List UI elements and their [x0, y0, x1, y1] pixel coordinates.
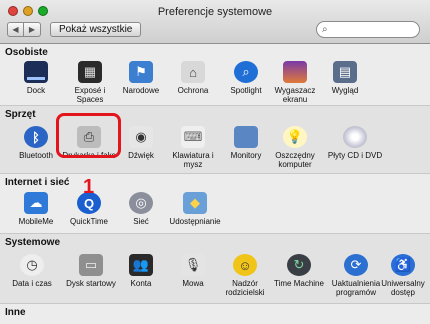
pane-spotlight[interactable]: ⌕ Spotlight	[218, 61, 274, 95]
pane-label: Time Machine	[274, 279, 324, 288]
section-title: Systemowe	[5, 237, 61, 248]
cloud-icon: ☁	[24, 192, 48, 214]
pane-nadzor[interactable]: ☺ Nadzór rodzicielski	[215, 254, 275, 297]
pane-label: QuickTime	[70, 217, 108, 226]
pane-time-machine[interactable]: ↻ Time Machine	[270, 254, 328, 288]
window-title: Preferencje systemowe	[157, 6, 273, 18]
pane-narodowe[interactable]: ⚑ Narodowe	[113, 61, 169, 95]
pane-dysk-startowy[interactable]: ▭ Dysk startowy	[61, 254, 121, 288]
section-systemowe: Systemowe ◷ Data i czas ▭ Dysk startowy …	[0, 234, 430, 304]
pane-label: Oszczędny komputer	[275, 151, 315, 169]
pane-label: MobileMe	[18, 217, 54, 226]
network-icon: ◎	[129, 192, 153, 214]
pane-wygaszacz[interactable]: Wygaszacz ekranu	[267, 61, 323, 104]
microphone-icon: 🎙	[181, 254, 205, 276]
pane-label: Konta	[130, 279, 152, 288]
pane-klawiatura-mysz[interactable]: ⌨ Klawiatura i mysz	[165, 126, 221, 169]
title-bar: Preferencje systemowe ◀ ▶ Pokaż wszystki…	[0, 0, 430, 44]
accessibility-icon: ♿	[391, 254, 415, 276]
back-button[interactable]: ◀	[7, 22, 24, 37]
dock-icon	[24, 61, 48, 83]
section-title: Sprzęt	[5, 109, 36, 120]
pane-plyty-cd-dvd[interactable]: Płyty CD i DVD	[323, 126, 387, 160]
clock-icon: ◷	[20, 254, 44, 276]
pane-udostepnianie[interactable]: ◆ Udostępnianie	[165, 192, 225, 226]
disk-icon: ▭	[79, 254, 103, 276]
pane-uniwersalny[interactable]: ♿ Uniwersalny dostęp	[375, 254, 430, 297]
pane-label: Dźwięk	[128, 151, 154, 160]
expose-icon: ▦	[78, 61, 102, 83]
pane-label: Spotlight	[230, 86, 262, 95]
screensaver-icon	[283, 61, 307, 83]
section-internet-siec: Internet i sieć ☁ MobileMe Q QuickTime ◎…	[0, 174, 430, 234]
update-icon: ⟳	[344, 254, 368, 276]
pane-dzwiek[interactable]: ◉ Dźwięk	[113, 126, 169, 160]
pane-expose-spaces[interactable]: ▦ Exposé i Spaces	[62, 61, 118, 104]
house-lock-icon: ⌂	[181, 61, 205, 83]
pane-label: Płyty CD i DVD	[327, 151, 383, 160]
section-title: Osobiste	[5, 47, 48, 58]
sharing-icon: ◆	[183, 192, 207, 214]
pane-label: Narodowe	[122, 86, 160, 95]
pane-wyglad[interactable]: ▤ Wygląd	[317, 61, 373, 95]
section-osobiste: Osobiste Dock ▦ Exposé i Spaces ⚑ Narodo…	[0, 44, 430, 106]
pane-monitory[interactable]: Monitory	[218, 126, 274, 160]
lightbulb-icon: 💡	[283, 126, 307, 148]
pane-dock[interactable]: Dock	[8, 61, 64, 95]
pane-label: Klawiatura i mysz	[172, 151, 214, 169]
pane-data-czas[interactable]: ◷ Data i czas	[4, 254, 60, 288]
pane-label: Data i czas	[12, 279, 52, 288]
step-number-label: 1	[83, 176, 95, 198]
disc-icon	[343, 126, 367, 148]
show-all-button[interactable]: Pokaż wszystkie	[50, 22, 142, 37]
search-field[interactable]: ⌕	[316, 21, 420, 38]
forward-button[interactable]: ▶	[24, 22, 41, 37]
pane-label: Sieć	[133, 217, 149, 226]
pane-label: Dock	[26, 86, 46, 95]
pane-label: Ochrona	[177, 86, 209, 95]
system-preferences-window: Preferencje systemowe ◀ ▶ Pokaż wszystki…	[0, 0, 430, 324]
pane-ochrona[interactable]: ⌂ Ochrona	[165, 61, 221, 95]
pane-label: Exposé i Spaces	[74, 86, 106, 104]
pane-mobileme[interactable]: ☁ MobileMe	[8, 192, 64, 226]
pane-mowa[interactable]: 🎙 Mowa	[165, 254, 221, 288]
appearance-icon: ▤	[333, 61, 357, 83]
pane-label: Mowa	[182, 279, 204, 288]
pane-label: Wygląd	[331, 86, 359, 95]
search-icon: ⌕	[322, 24, 328, 35]
pane-label: Wygaszacz ekranu	[274, 86, 316, 104]
pane-label: Udostępnianie	[169, 217, 221, 226]
pane-siec[interactable]: ◎ Sieć	[113, 192, 169, 226]
speaker-icon: ◉	[129, 126, 153, 148]
flag-icon: ⚑	[129, 61, 153, 83]
pane-label: Dysk startowy	[66, 279, 116, 288]
section-title: Inne	[5, 307, 26, 318]
section-title: Internet i sieć	[5, 177, 70, 188]
time-machine-icon: ↻	[287, 254, 311, 276]
bluetooth-icon: ᛒ	[24, 126, 48, 148]
monitor-icon	[234, 126, 258, 148]
pane-label: Uniwersalny dostęp	[381, 279, 425, 297]
parental-icon: ☺	[233, 254, 257, 276]
keyboard-mouse-icon: ⌨	[181, 126, 205, 148]
pane-label: Nadzór rodzicielski	[225, 279, 265, 297]
pane-label: Monitory	[230, 151, 262, 160]
highlight-frame	[56, 113, 121, 158]
accounts-icon: 👥	[129, 254, 153, 276]
section-inne: Inne	[0, 304, 430, 324]
spotlight-icon: ⌕	[234, 61, 258, 83]
pane-oszczedny[interactable]: 💡 Oszczędny komputer	[267, 126, 323, 169]
pane-konta[interactable]: 👥 Konta	[113, 254, 169, 288]
